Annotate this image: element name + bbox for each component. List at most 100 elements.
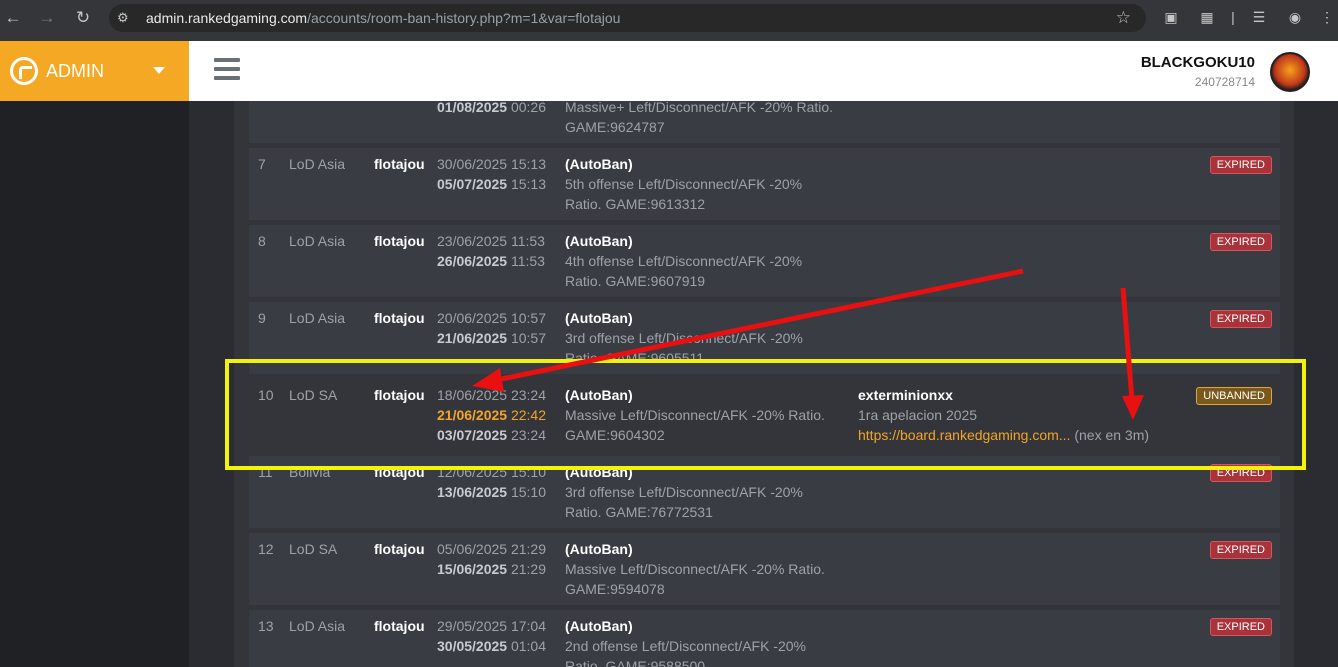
table-row: 7 LoD Asia flotajou 30/06/2025 15:13 05/… bbox=[249, 148, 1280, 220]
reason-cell: Massive+ Left/Disconnect/AFK -20% Ratio.… bbox=[565, 97, 865, 137]
status-badge: EXPIRED bbox=[1209, 541, 1272, 559]
top-bar: BLACKGOKU10 240728714 bbox=[189, 41, 1338, 101]
start-time: 21:29 bbox=[510, 541, 547, 557]
end-date: 05/07/2025 bbox=[437, 176, 508, 192]
ban-title: (AutoBan) bbox=[565, 618, 633, 634]
end-time: 00:26 bbox=[510, 99, 547, 115]
server-name: LoD Asia bbox=[289, 618, 346, 634]
status-badge: EXPIRED bbox=[1209, 156, 1272, 174]
reason-cell: (AutoBan) Massive Left/Disconnect/AFK -2… bbox=[565, 539, 835, 599]
brand-menu[interactable]: ADMIN bbox=[0, 41, 189, 101]
start-date: 20/06/2025 bbox=[437, 310, 508, 326]
reason-cell: (AutoBan) 2nd offense Left/Disconnect/AF… bbox=[565, 616, 835, 667]
bookmark-star-icon[interactable]: ☆ bbox=[1116, 8, 1131, 28]
dates-cell: 05/06/2025 21:29 15/06/2025 21:29 bbox=[437, 539, 546, 579]
end-date: 15/06/2025 bbox=[437, 561, 508, 577]
start-date: 30/06/2025 bbox=[437, 156, 508, 172]
dates-cell: 01/08/2025 00:26 bbox=[437, 97, 546, 117]
reason-cell: (AutoBan) 5th offense Left/Disconnect/AF… bbox=[565, 154, 835, 214]
username[interactable]: flotajou bbox=[374, 308, 425, 328]
ban-reason: 3rd offense Left/Disconnect/AFK -20% Rat… bbox=[565, 484, 803, 520]
user-id: 240728714 bbox=[1194, 75, 1255, 89]
row-number: 13 bbox=[258, 618, 274, 634]
forward-arrow-icon[interactable]: → bbox=[34, 5, 60, 31]
ban-title: (AutoBan) bbox=[565, 541, 633, 557]
ban-reason: Massive Left/Disconnect/AFK -20% Ratio. … bbox=[565, 561, 825, 597]
ban-title: (AutoBan) bbox=[565, 233, 633, 249]
sidebar bbox=[0, 101, 189, 667]
table-row-partial: 01/08/2025 00:26 Massive+ Left/Disconnec… bbox=[249, 99, 1280, 143]
end-date: 26/06/2025 bbox=[437, 253, 508, 269]
end-time: 11:53 bbox=[510, 253, 545, 269]
url-text[interactable]: admin.rankedgaming.com/accounts/room-ban… bbox=[146, 10, 620, 26]
row-number: 12 bbox=[258, 541, 274, 557]
rankedgaming-logo-icon bbox=[10, 57, 38, 85]
brand-name: ADMIN bbox=[46, 60, 104, 81]
end-time: 21:29 bbox=[510, 561, 547, 577]
url-path: /accounts/room-ban-history.php?m=1&var=f… bbox=[307, 10, 621, 26]
ban-reason: 2nd offense Left/Disconnect/AFK -20% Rat… bbox=[565, 638, 806, 667]
end-date: 13/06/2025 bbox=[437, 484, 508, 500]
end-time: 01:04 bbox=[510, 638, 547, 654]
site-settings-icon[interactable]: ⚙ bbox=[117, 10, 133, 26]
dates-cell: 23/06/2025 11:53 26/06/2025 11:53 bbox=[437, 231, 545, 271]
end-time: 10:57 bbox=[510, 330, 547, 346]
table-row: 8 LoD Asia flotajou 23/06/2025 11:53 26/… bbox=[249, 225, 1280, 297]
caret-down-icon[interactable] bbox=[153, 67, 165, 74]
dates-cell: 20/06/2025 10:57 21/06/2025 10:57 bbox=[437, 308, 546, 348]
table-row: 13 LoD Asia flotajou 29/05/2025 17:04 30… bbox=[249, 610, 1280, 667]
reason-cell: (AutoBan) 4th offense Left/Disconnect/AF… bbox=[565, 231, 835, 291]
start-time: 15:13 bbox=[510, 156, 547, 172]
ban-title: (AutoBan) bbox=[565, 156, 633, 172]
username[interactable]: flotajou bbox=[374, 539, 425, 559]
username[interactable]: flotajou bbox=[374, 616, 425, 636]
row-number: 7 bbox=[258, 156, 266, 172]
status-badge: EXPIRED bbox=[1209, 310, 1272, 328]
avatar[interactable] bbox=[1270, 52, 1310, 92]
divider-icon: | bbox=[1231, 9, 1235, 25]
table-row: 12 LoD SA flotajou 05/06/2025 21:29 15/0… bbox=[249, 533, 1280, 605]
end-time: 15:10 bbox=[510, 484, 547, 500]
menu-dots-icon[interactable]: ⋮ bbox=[1318, 9, 1336, 27]
start-date: 05/06/2025 bbox=[437, 541, 508, 557]
end-time: 15:13 bbox=[510, 176, 547, 192]
profile-icon[interactable]: ◉ bbox=[1286, 9, 1304, 27]
server-name: LoD Asia bbox=[289, 233, 346, 249]
status-badge: EXPIRED bbox=[1209, 618, 1272, 636]
server-name: LoD Asia bbox=[289, 310, 346, 326]
browser-toolbar: ← → ↻ ⚙ admin.rankedgaming.com/accounts/… bbox=[0, 0, 1338, 41]
media-control-icon[interactable]: ☰ bbox=[1250, 9, 1268, 27]
ban-reason: 5th offense Left/Disconnect/AFK -20% Rat… bbox=[565, 176, 803, 212]
url-host: admin.rankedgaming.com bbox=[146, 10, 308, 26]
username[interactable]: flotajou bbox=[374, 154, 425, 174]
back-arrow-icon[interactable]: ← bbox=[0, 5, 26, 31]
dates-cell: 30/06/2025 15:13 05/07/2025 15:13 bbox=[437, 154, 546, 194]
end-date: 01/08/2025 bbox=[437, 99, 508, 115]
highlight-box bbox=[225, 359, 1306, 470]
server-name: LoD SA bbox=[289, 541, 338, 557]
start-time: 10:57 bbox=[510, 310, 547, 326]
reload-icon[interactable]: ↻ bbox=[70, 5, 96, 31]
cast-icon[interactable]: ▣ bbox=[1162, 9, 1180, 27]
reason-cell: (AutoBan) 3rd offense Left/Disconnect/AF… bbox=[565, 462, 835, 522]
start-date: 29/05/2025 bbox=[437, 618, 508, 634]
end-date: 21/06/2025 bbox=[437, 330, 508, 346]
reason-line: GAME:9624787 bbox=[565, 119, 665, 135]
start-time: 17:04 bbox=[510, 618, 547, 634]
user-name[interactable]: BLACKGOKU10 bbox=[1141, 54, 1255, 71]
status-badge: EXPIRED bbox=[1209, 233, 1272, 251]
end-date: 30/05/2025 bbox=[437, 638, 508, 654]
row-number: 9 bbox=[258, 310, 266, 326]
start-date: 23/06/2025 bbox=[437, 233, 508, 249]
dates-cell: 29/05/2025 17:04 30/05/2025 01:04 bbox=[437, 616, 546, 656]
start-time: 11:53 bbox=[510, 233, 545, 249]
extensions-icon[interactable]: ▦ bbox=[1198, 9, 1216, 27]
server-name: LoD Asia bbox=[289, 156, 346, 172]
ban-title: (AutoBan) bbox=[565, 310, 633, 326]
address-bar[interactable]: ⚙ admin.rankedgaming.com/accounts/room-b… bbox=[109, 4, 1146, 32]
username[interactable]: flotajou bbox=[374, 231, 425, 251]
ban-reason: 4th offense Left/Disconnect/AFK -20% Rat… bbox=[565, 253, 803, 289]
hamburger-menu-icon[interactable] bbox=[214, 58, 240, 80]
reason-line: Massive+ Left/Disconnect/AFK -20% Ratio. bbox=[565, 99, 834, 115]
row-number: 8 bbox=[258, 233, 266, 249]
